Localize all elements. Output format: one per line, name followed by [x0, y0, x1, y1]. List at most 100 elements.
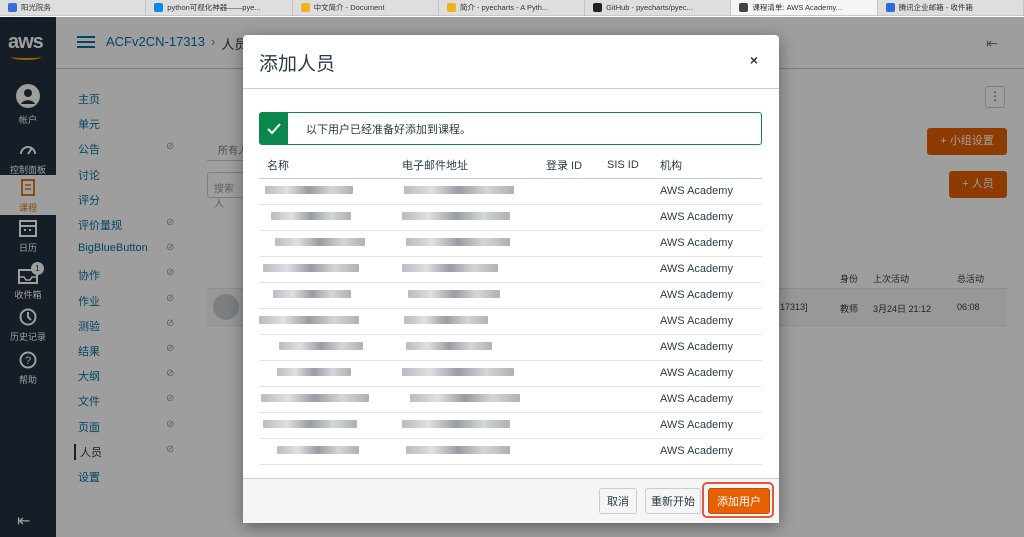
sis-id-cell: [607, 386, 660, 413]
browser-tab[interactable]: 阳光院务: [0, 0, 147, 15]
table-row: AWS Academy: [259, 412, 762, 439]
email-cell-redacted: [402, 308, 546, 335]
institution-cell: AWS Academy: [660, 230, 762, 257]
browser-tab[interactable]: 中文简介 - Document: [293, 0, 439, 15]
browser-tab[interactable]: python可视化神器——pye...: [146, 0, 293, 15]
name-cell-redacted: [259, 438, 402, 465]
institution-cell: AWS Academy: [660, 308, 762, 335]
browser-tab-bar: 阳光院务 python可视化神器——pye... 中文简介 - Document 简介…: [0, 0, 1024, 16]
dialog-header-divider: [243, 88, 779, 89]
cancel-button[interactable]: 取消: [599, 488, 637, 514]
email-cell-redacted: [402, 334, 546, 361]
tab-label: GitHub - pyecharts/pyec...: [606, 3, 693, 12]
login-id-cell: [546, 204, 607, 231]
email-cell-redacted: [402, 386, 546, 413]
dialog-title: 添加人员: [259, 54, 336, 75]
name-cell-redacted: [259, 308, 402, 335]
login-id-cell: [546, 360, 607, 387]
tab-favicon-icon: [446, 3, 456, 12]
institution-cell: AWS Academy: [660, 438, 762, 465]
add-people-dialog: 添加人员 × 以下用户已经准备好添加到课程。 名称 电子邮件地址 登录 ID SIS …: [243, 35, 779, 523]
sis-id-cell: [607, 412, 660, 439]
institution-cell: AWS Academy: [660, 178, 762, 205]
tab-favicon-icon: [8, 3, 17, 12]
institution-cell: AWS Academy: [660, 282, 762, 309]
login-id-cell: [546, 334, 607, 361]
checkmark-icon: [260, 113, 288, 144]
sis-id-cell: [607, 230, 660, 257]
login-id-cell: [546, 438, 607, 465]
name-cell-redacted: [259, 178, 402, 205]
tab-favicon-icon: [739, 3, 749, 12]
sis-id-cell: [607, 438, 660, 465]
institution-cell: AWS Academy: [660, 360, 762, 387]
sis-id-cell: [607, 282, 660, 309]
name-cell-redacted: [259, 230, 402, 257]
restart-button[interactable]: 重新开始: [645, 488, 701, 514]
tab-label: python可视化神器——pye...: [167, 3, 261, 12]
tab-label: 课程清单: AWS Academy...: [752, 3, 843, 12]
alert-message: 以下用户已经准备好添加到课程。: [306, 123, 471, 136]
sis-id-cell: [607, 256, 660, 283]
name-cell-redacted: [259, 412, 402, 439]
email-cell-redacted: [402, 412, 546, 439]
login-id-cell: [546, 178, 607, 205]
table-row: AWS Academy: [259, 386, 762, 413]
column-header: SIS ID: [607, 152, 660, 179]
tab-label: 阳光院务: [21, 3, 51, 12]
table-row: AWS Academy: [259, 256, 762, 283]
success-alert: 以下用户已经准备好添加到课程。: [259, 112, 762, 145]
column-header: 机构: [660, 152, 762, 179]
institution-cell: AWS Academy: [660, 204, 762, 231]
browser-tab[interactable]: GitHub - pyecharts/pyec...: [585, 0, 732, 15]
tab-label: 简介 - pyecharts - A Pyth...: [459, 3, 549, 12]
institution-cell: AWS Academy: [660, 334, 762, 361]
login-id-cell: [546, 230, 607, 257]
email-cell-redacted: [402, 204, 546, 231]
login-id-cell: [546, 282, 607, 309]
institution-cell: AWS Academy: [660, 256, 762, 283]
login-id-cell: [546, 256, 607, 283]
tab-label: 中文简介 - Document: [313, 3, 385, 12]
name-cell-redacted: [259, 282, 402, 309]
browser-tab[interactable]: 课程清单: AWS Academy...: [731, 0, 878, 15]
name-cell-redacted: [259, 360, 402, 387]
browser-tab[interactable]: 腾讯企业邮箱 - 收件箱: [878, 0, 1024, 15]
table-row: AWS Academy: [259, 204, 762, 231]
name-cell-redacted: [259, 204, 402, 231]
column-header: 登录 ID: [546, 152, 607, 179]
institution-cell: AWS Academy: [660, 386, 762, 413]
column-header: 名称: [259, 152, 402, 179]
tab-favicon-icon: [154, 3, 164, 12]
tab-favicon-icon: [300, 3, 310, 12]
email-cell-redacted: [402, 178, 546, 205]
tab-favicon-icon: [885, 3, 895, 12]
tab-favicon-icon: [593, 3, 603, 12]
sis-id-cell: [607, 178, 660, 205]
email-cell-redacted: [402, 282, 546, 309]
column-header: 电子邮件地址: [402, 152, 546, 179]
email-cell-redacted: [402, 230, 546, 257]
name-cell-redacted: [259, 386, 402, 413]
name-cell-redacted: [259, 334, 402, 361]
email-cell-redacted: [402, 360, 546, 387]
users-ready-table: 名称 电子邮件地址 登录 ID SIS ID 机构 AWS Academy AWS Aca…: [259, 152, 762, 465]
sis-id-cell: [607, 204, 660, 231]
login-id-cell: [546, 386, 607, 413]
table-row: AWS Academy: [259, 282, 762, 309]
login-id-cell: [546, 308, 607, 335]
table-row: AWS Academy: [259, 230, 762, 257]
tab-label: 腾讯企业邮箱 - 收件箱: [898, 3, 973, 12]
table-header-row: 名称 电子邮件地址 登录 ID SIS ID 机构: [259, 152, 762, 179]
table-row: AWS Academy: [259, 438, 762, 465]
table-row: AWS Academy: [259, 334, 762, 361]
table-row: AWS Academy: [259, 360, 762, 387]
institution-cell: AWS Academy: [660, 412, 762, 439]
login-id-cell: [546, 412, 607, 439]
sis-id-cell: [607, 360, 660, 387]
close-icon[interactable]: ×: [746, 52, 762, 68]
highlight-annotation: [702, 482, 774, 518]
browser-tab[interactable]: 简介 - pyecharts - A Pyth...: [439, 0, 586, 15]
table-row: AWS Academy: [259, 178, 762, 205]
email-cell-redacted: [402, 438, 546, 465]
